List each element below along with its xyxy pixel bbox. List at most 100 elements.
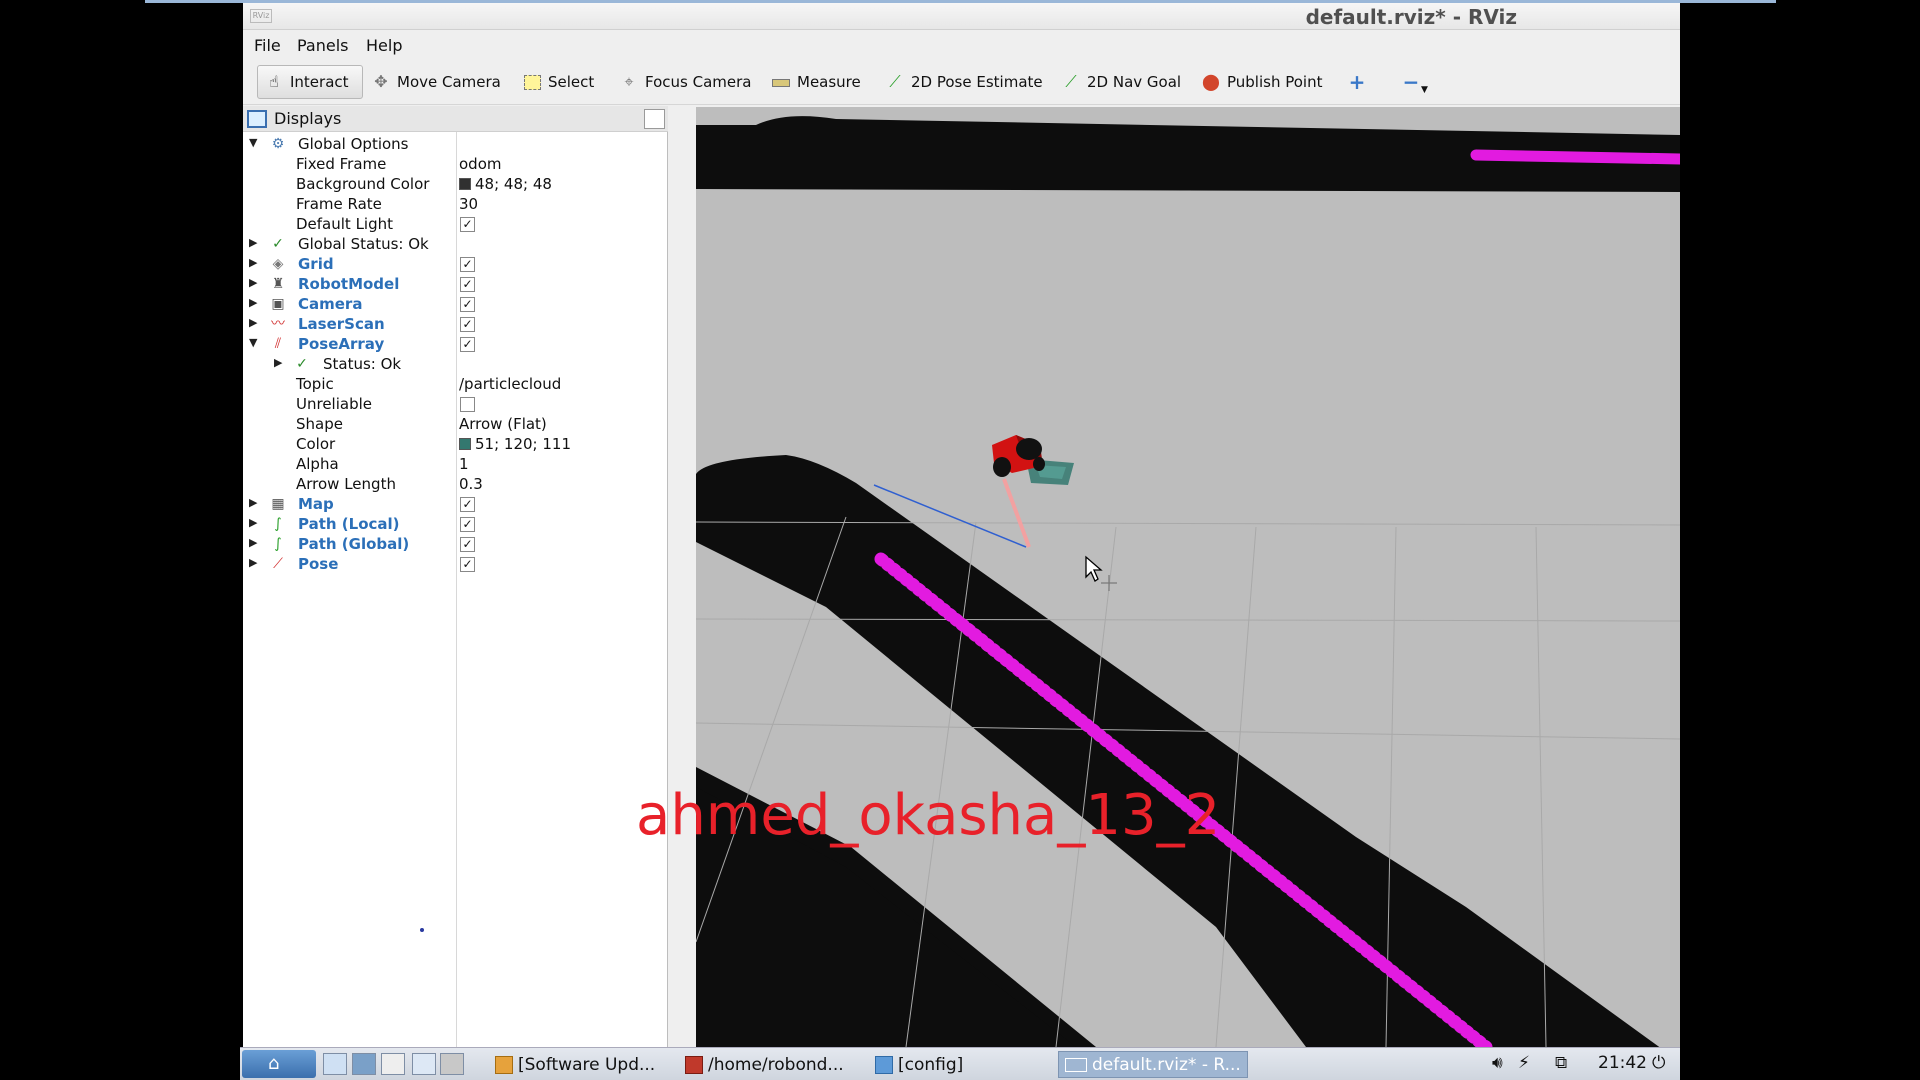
expand-arrow-icon[interactable]: ▶: [249, 516, 261, 529]
taskbar-item-software-update[interactable]: [Software Upd...: [495, 1051, 655, 1078]
menu-help[interactable]: Help: [366, 36, 402, 55]
displays-panel: Displays ▼ ⚙ Global Options Fixed Frame …: [243, 106, 668, 1047]
menu-panels[interactable]: Panels: [297, 36, 349, 55]
grid-enabled-checkbox[interactable]: ✓: [460, 257, 475, 272]
frame-rate-label: Frame Rate: [296, 195, 382, 213]
camera-enabled-checkbox[interactable]: ✓: [460, 297, 475, 312]
expand-arrow-icon[interactable]: ▶: [249, 316, 261, 329]
global-options-label: Global Options: [298, 135, 409, 153]
taskbar-item-terminal[interactable]: /home/robond...: [685, 1051, 844, 1078]
alpha-label: Alpha: [296, 455, 339, 473]
start-menu-icon: ⌂: [268, 1053, 280, 1074]
frame-rate-value[interactable]: 30: [459, 195, 478, 213]
publish-point-tool-button[interactable]: ⬤ Publish Point: [1195, 65, 1328, 99]
color-label: Color: [296, 435, 336, 453]
tree-row-frame-rate[interactable]: Frame Rate 30: [243, 194, 668, 214]
alpha-value[interactable]: 1: [459, 455, 469, 473]
tree-row-global-status[interactable]: ▶ ✓ Global Status: Ok: [243, 234, 668, 254]
color-value[interactable]: 51; 120; 111: [459, 435, 571, 453]
desktop-switcher-2[interactable]: [440, 1053, 464, 1075]
pose-array-enabled-checkbox[interactable]: ✓: [460, 337, 475, 352]
volume-icon[interactable]: 🔊︎: [1492, 1053, 1503, 1073]
menu-file[interactable]: File: [254, 36, 281, 55]
expand-arrow-icon[interactable]: ▶: [274, 356, 286, 369]
folder-icon: [875, 1055, 893, 1074]
tree-row-map[interactable]: ▶ ▦ Map ✓: [243, 494, 668, 514]
tree-row-topic[interactable]: Topic /particlecloud: [243, 374, 668, 394]
fixed-frame-value[interactable]: odom: [459, 155, 502, 173]
tree-row-fixed-frame[interactable]: Fixed Frame odom: [243, 154, 668, 174]
tree-row-laser-scan[interactable]: ▶ 〰 LaserScan ✓: [243, 314, 668, 334]
expand-arrow-icon[interactable]: ▶: [249, 256, 261, 269]
shutdown-icon[interactable]: ⏻: [1652, 1053, 1665, 1073]
task-label: /home/robond...: [708, 1054, 844, 1075]
tree-row-robot-model[interactable]: ▶ ♜ RobotModel ✓: [243, 274, 668, 294]
tree-row-background-color[interactable]: Background Color 48; 48; 48: [243, 174, 668, 194]
tree-row-pose[interactable]: ▶ ⟋ Pose ✓: [243, 554, 668, 574]
expand-arrow-icon[interactable]: ▶: [249, 236, 261, 249]
pose-estimate-tool-button[interactable]: ⟋ 2D Pose Estimate: [879, 65, 1049, 99]
topic-value[interactable]: /particlecloud: [459, 375, 561, 393]
measure-tool-button[interactable]: Measure: [765, 65, 867, 99]
move-arrows-icon: ✥: [374, 72, 388, 91]
focus-camera-label: Focus Camera: [645, 73, 752, 91]
settings-launcher[interactable]: [352, 1053, 376, 1075]
power-status-icon[interactable]: ⚡︎: [1518, 1053, 1530, 1073]
tree-row-camera[interactable]: ▶ ▣ Camera ✓: [243, 294, 668, 314]
tree-row-color[interactable]: Color 51; 120; 111: [243, 434, 668, 454]
map-display-label: Map: [298, 495, 334, 513]
tree-row-path-local[interactable]: ▶ ∫ Path (Local) ✓: [243, 514, 668, 534]
map-enabled-checkbox[interactable]: ✓: [460, 497, 475, 512]
collapse-arrow-icon[interactable]: ▼: [249, 136, 261, 149]
unreliable-checkbox[interactable]: [460, 397, 475, 412]
robot-model-enabled-checkbox[interactable]: ✓: [460, 277, 475, 292]
robot-model-display-label: RobotModel: [298, 275, 400, 293]
tree-row-default-light[interactable]: Default Light ✓: [243, 214, 668, 234]
background-color-value[interactable]: 48; 48; 48: [459, 175, 552, 193]
panel-splitter[interactable]: [668, 106, 688, 1047]
select-tool-button[interactable]: Select: [516, 65, 600, 99]
arrow-length-value[interactable]: 0.3: [459, 475, 483, 493]
tree-row-unreliable[interactable]: Unreliable: [243, 394, 668, 414]
expand-arrow-icon[interactable]: ▶: [249, 536, 261, 549]
file-manager-launcher[interactable]: [323, 1053, 347, 1075]
add-tool-button[interactable]: +: [1341, 65, 1373, 99]
3d-render-viewport[interactable]: [696, 107, 1680, 1047]
path-global-enabled-checkbox[interactable]: ✓: [460, 537, 475, 552]
displays-panel-title: Displays: [274, 109, 342, 128]
tree-row-grid[interactable]: ▶ ◈ Grid ✓: [243, 254, 668, 274]
desktop-switcher-1[interactable]: [412, 1053, 436, 1075]
expand-arrow-icon[interactable]: ▶: [249, 556, 261, 569]
taskbar-item-rviz[interactable]: default.rviz* - R...: [1058, 1051, 1248, 1078]
tree-row-arrow-length[interactable]: Arrow Length 0.3: [243, 474, 668, 494]
expand-arrow-icon[interactable]: ▶: [249, 276, 261, 289]
tree-row-path-global[interactable]: ▶ ∫ Path (Global) ✓: [243, 534, 668, 554]
undock-button[interactable]: [644, 109, 665, 129]
nav-goal-tool-button[interactable]: ⟋ 2D Nav Goal: [1055, 65, 1187, 99]
shape-value[interactable]: Arrow (Flat): [459, 415, 547, 433]
pose-display-label: Pose: [298, 555, 339, 573]
task-label: [config]: [898, 1054, 964, 1075]
expand-arrow-icon[interactable]: ▶: [249, 296, 261, 309]
network-icon[interactable]: ⧉: [1555, 1053, 1567, 1073]
interact-tool-button[interactable]: ☝ Interact: [257, 65, 363, 99]
tree-row-alpha[interactable]: Alpha 1: [243, 454, 668, 474]
focus-camera-tool-button[interactable]: ⌖ Focus Camera: [613, 65, 757, 99]
taskbar-item-config-folder[interactable]: [config]: [875, 1051, 963, 1078]
tree-row-shape[interactable]: Shape Arrow (Flat): [243, 414, 668, 434]
laser-scan-enabled-checkbox[interactable]: ✓: [460, 317, 475, 332]
default-light-checkbox[interactable]: ✓: [460, 217, 475, 232]
path-local-enabled-checkbox[interactable]: ✓: [460, 517, 475, 532]
tree-row-pose-array[interactable]: ▼ ⫽ PoseArray ✓: [243, 334, 668, 354]
move-camera-tool-button[interactable]: ✥ Move Camera: [365, 65, 507, 99]
terminal-launcher[interactable]: [381, 1053, 405, 1075]
tree-row-pose-array-status[interactable]: ▶ ✓ Status: Ok: [243, 354, 668, 374]
collapse-arrow-icon[interactable]: ▼: [249, 336, 261, 349]
remove-tool-button[interactable]: − ▼: [1395, 65, 1440, 99]
expand-arrow-icon[interactable]: ▶: [249, 496, 261, 509]
start-menu-button[interactable]: ⌂: [242, 1050, 316, 1078]
clock[interactable]: 21:42: [1598, 1053, 1647, 1073]
title-bar[interactable]: RViz default.rviz* - RViz: [243, 3, 1680, 30]
tree-row-global-options[interactable]: ▼ ⚙ Global Options: [243, 134, 668, 154]
pose-enabled-checkbox[interactable]: ✓: [460, 557, 475, 572]
